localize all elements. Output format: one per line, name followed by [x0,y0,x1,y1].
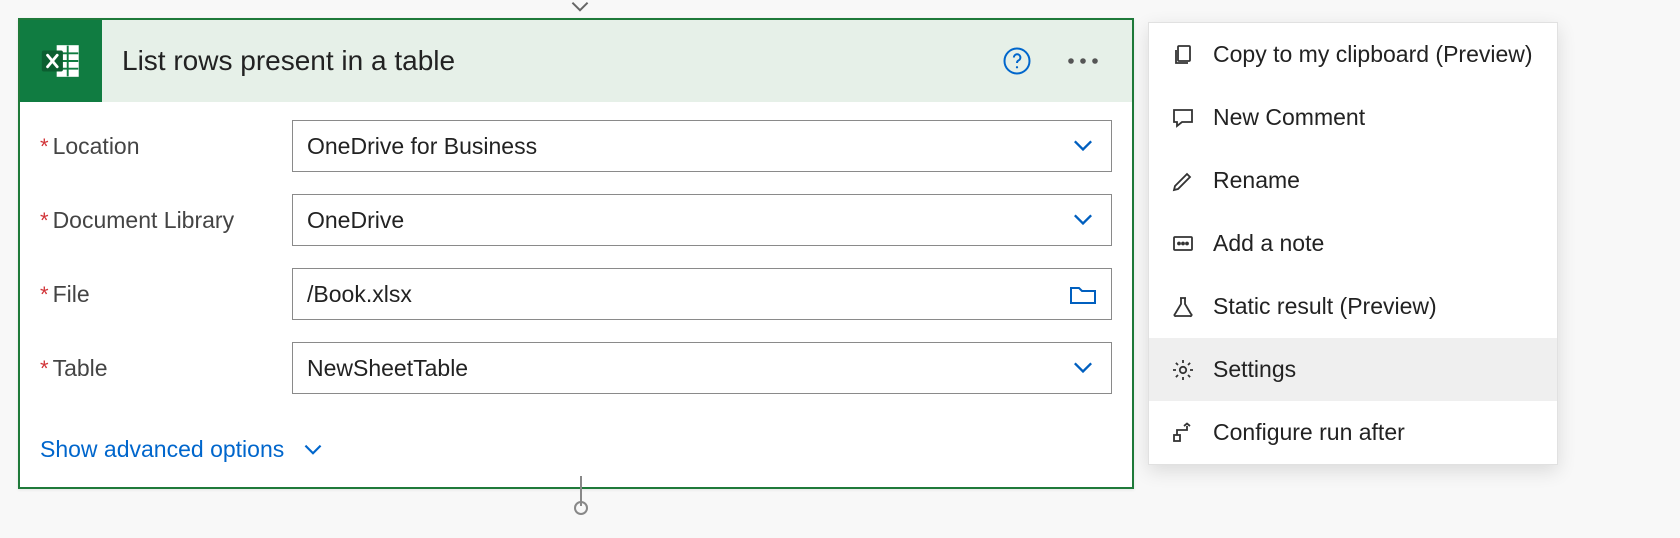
menu-settings[interactable]: Settings [1149,338,1557,401]
connector-arrow-down-icon [566,0,594,20]
action-card-body: * Location OneDrive for Business * Docum… [20,102,1132,420]
menu-add-note[interactable]: Add a note [1149,212,1557,275]
menu-item-label: New Comment [1213,104,1365,131]
document-library-select[interactable]: OneDrive [292,194,1112,246]
help-icon[interactable] [1002,46,1032,76]
field-label: Location [53,133,140,160]
flask-icon [1171,295,1195,319]
menu-configure-run-after[interactable]: Configure run after [1149,401,1557,464]
field-row-file: * File /Book.xlsx [40,268,1112,320]
action-title: List rows present in a table [102,45,1002,77]
required-asterisk: * [40,282,49,308]
menu-new-comment[interactable]: New Comment [1149,86,1557,149]
field-label: Document Library [53,207,235,234]
menu-static-result[interactable]: Static result (Preview) [1149,275,1557,338]
menu-item-label: Copy to my clipboard (Preview) [1213,41,1533,68]
table-value: NewSheetTable [307,355,1069,382]
folder-browse-icon[interactable] [1069,282,1097,306]
excel-connector-icon [20,20,102,102]
file-value: /Book.xlsx [307,281,1069,308]
advanced-options-label: Show advanced options [40,436,284,463]
menu-item-label: Configure run after [1213,419,1405,446]
designer-canvas: List rows present in a table [0,0,1680,538]
copy-icon [1171,43,1195,67]
connector-line-icon [571,476,591,516]
action-card-header[interactable]: List rows present in a table [20,20,1132,102]
file-picker[interactable]: /Book.xlsx [292,268,1112,320]
location-value: OneDrive for Business [307,133,1069,160]
required-asterisk: * [40,134,49,160]
note-icon [1171,232,1195,256]
field-label: File [53,281,90,308]
menu-item-label: Add a note [1213,230,1324,257]
run-after-icon [1171,421,1195,445]
action-card: List rows present in a table [18,18,1134,489]
more-actions-button[interactable] [1066,56,1106,66]
menu-rename[interactable]: Rename [1149,149,1557,212]
pencil-icon [1171,169,1195,193]
field-row-location: * Location OneDrive for Business [40,120,1112,172]
field-label: Table [53,355,108,382]
chevron-down-icon [1069,132,1097,160]
menu-item-label: Settings [1213,356,1296,383]
field-row-document-library: * Document Library OneDrive [40,194,1112,246]
table-select[interactable]: NewSheetTable [292,342,1112,394]
required-asterisk: * [40,208,49,234]
comment-icon [1171,106,1195,130]
menu-copy-clipboard[interactable]: Copy to my clipboard (Preview) [1149,23,1557,86]
location-select[interactable]: OneDrive for Business [292,120,1112,172]
chevron-down-icon [1069,206,1097,234]
required-asterisk: * [40,356,49,382]
context-menu: Copy to my clipboard (Preview) New Comme… [1148,22,1558,465]
gear-icon [1171,358,1195,382]
menu-item-label: Static result (Preview) [1213,293,1437,320]
chevron-down-icon [1069,354,1097,382]
chevron-down-icon [300,437,326,463]
menu-item-label: Rename [1213,167,1300,194]
document-library-value: OneDrive [307,207,1069,234]
field-row-table: * Table NewSheetTable [40,342,1112,394]
